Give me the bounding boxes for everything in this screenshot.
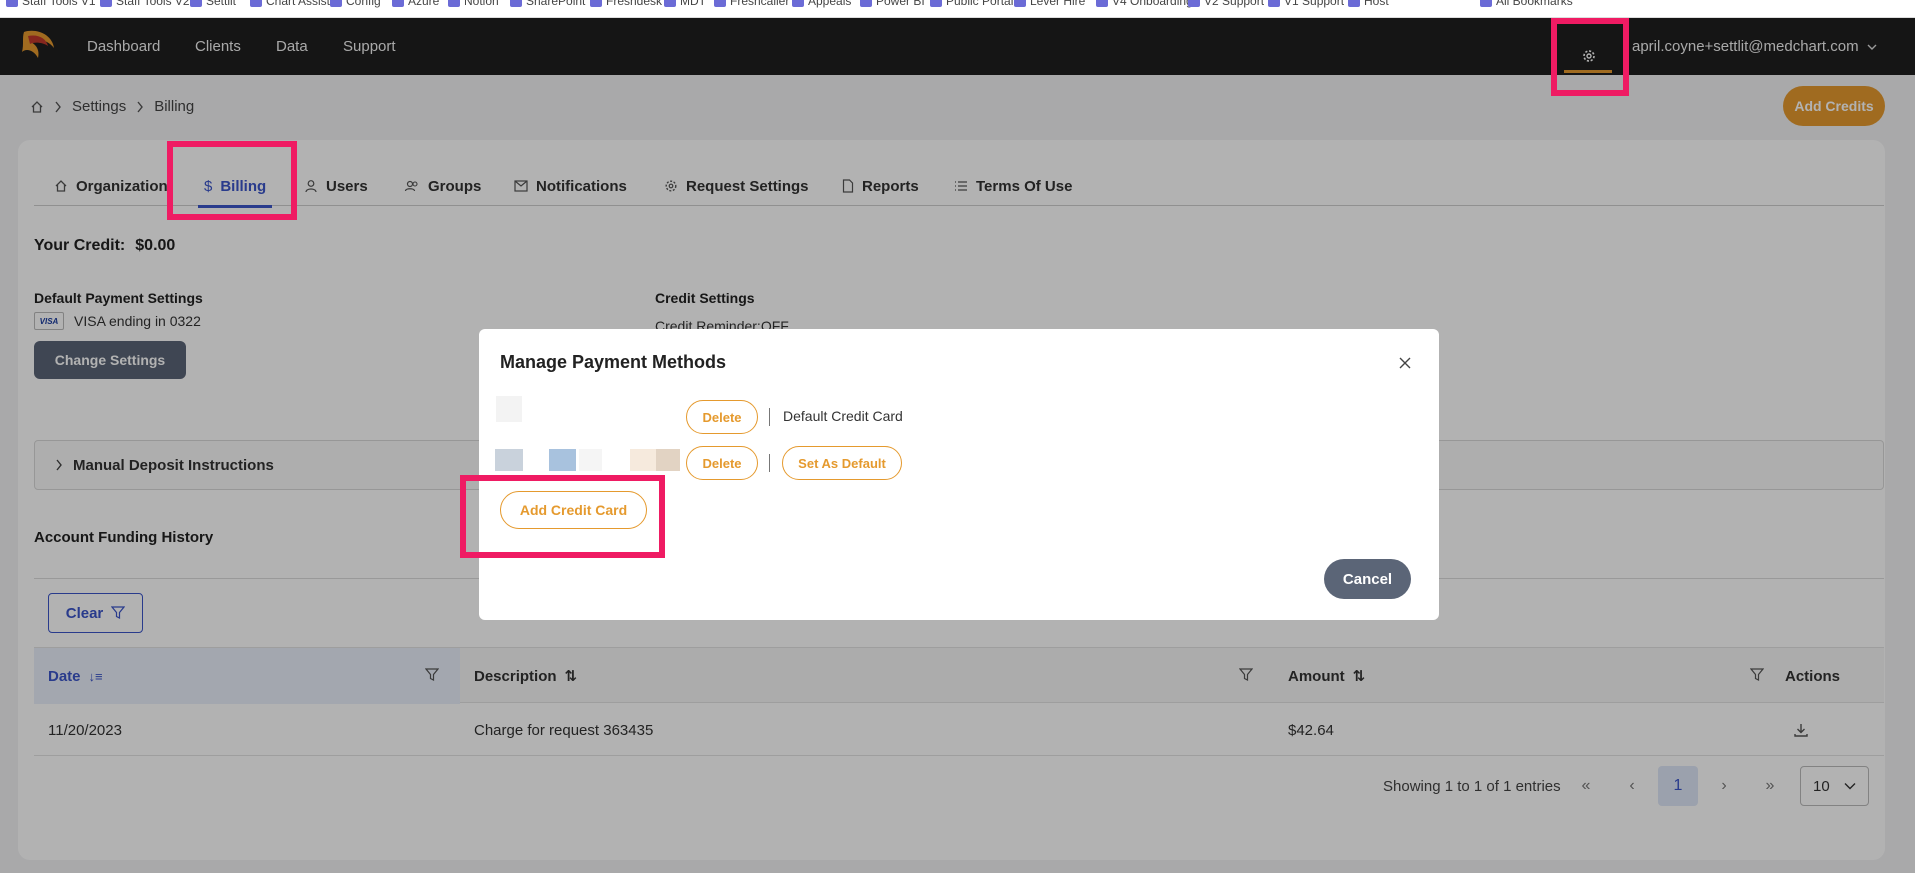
default-card-label: Default Credit Card: [783, 408, 903, 424]
bookmark-icon: [1268, 0, 1280, 7]
bookmark[interactable]: V4 Onboarding: [1096, 0, 1193, 8]
separator: [769, 454, 770, 472]
bookmark-icon: [714, 0, 726, 7]
bookmark[interactable]: Power BI: [860, 0, 925, 8]
bookmark[interactable]: Staff Tools V2: [100, 0, 190, 8]
cancel-button[interactable]: Cancel: [1324, 559, 1411, 599]
bookmark[interactable]: Staff Tools V1: [6, 0, 96, 8]
bookmark-icon: [860, 0, 872, 7]
bookmark-icon: [250, 0, 262, 7]
bookmark-icon: [1096, 0, 1108, 7]
set-as-default-button[interactable]: Set As Default: [782, 446, 902, 480]
highlight-billing-tab: [167, 141, 297, 220]
bookmark[interactable]: V2 Support: [1188, 0, 1264, 8]
bookmark-icon: [930, 0, 942, 7]
bookmark[interactable]: SharePoint: [510, 0, 585, 8]
redacted-card-image: [495, 449, 523, 471]
bookmark-icon: [100, 0, 112, 7]
bookmark[interactable]: Appeals: [792, 0, 851, 8]
bookmark[interactable]: Azure: [392, 0, 439, 8]
bookmark[interactable]: Settlit: [190, 0, 236, 8]
bookmark-icon: [1348, 0, 1360, 7]
separator: [769, 408, 770, 426]
bookmark[interactable]: Lever Hire: [1014, 0, 1085, 8]
bookmark-icon: [392, 0, 404, 7]
bookmark-icon: [590, 0, 602, 7]
close-button[interactable]: [1394, 352, 1416, 374]
bookmark[interactable]: Notion: [448, 0, 499, 8]
bookmark-icon: [448, 0, 460, 7]
bookmark-icon: [330, 0, 342, 7]
bookmark[interactable]: Host: [1348, 0, 1389, 8]
bookmark[interactable]: Config: [330, 0, 381, 8]
bookmark-icon: [664, 0, 676, 7]
bookmark[interactable]: MDT: [664, 0, 706, 8]
highlight-add-credit-card: [460, 475, 665, 558]
bookmark[interactable]: Public Portal: [930, 0, 1013, 8]
bookmark-icon: [6, 0, 18, 7]
bookmark-icon: [792, 0, 804, 7]
delete-card-button[interactable]: Delete: [686, 400, 758, 434]
modal-title: Manage Payment Methods: [500, 352, 727, 372]
bookmark-icon: [1014, 0, 1026, 7]
redacted-card-image: [496, 396, 522, 422]
bookmark-icon: [1480, 0, 1492, 7]
bookmark[interactable]: All Bookmarks: [1480, 0, 1573, 8]
bookmark-icon: [190, 0, 202, 7]
bookmarks-bar: Staff Tools V1 Staff Tools V2 Settlit Ch…: [0, 0, 1915, 18]
highlight-gear: [1551, 18, 1629, 96]
bookmark[interactable]: V1 Support: [1268, 0, 1344, 8]
bookmark-icon: [1188, 0, 1200, 7]
bookmark[interactable]: Freshcaller: [714, 0, 789, 8]
bookmark-icon: [510, 0, 522, 7]
bookmark[interactable]: Freshdesk: [590, 0, 662, 8]
close-icon: [1399, 357, 1411, 369]
bookmark[interactable]: Chart Assist: [250, 0, 330, 8]
delete-card-button[interactable]: Delete: [686, 446, 758, 480]
